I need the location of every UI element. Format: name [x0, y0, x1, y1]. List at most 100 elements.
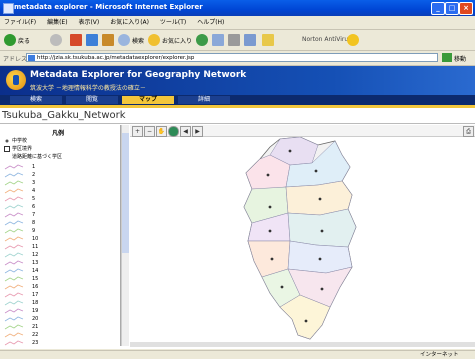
tab-underline — [0, 105, 475, 108]
legend-numbered-row: 4 — [4, 187, 114, 195]
next-icon[interactable]: ▶ — [192, 126, 203, 137]
route-line-icon — [4, 340, 24, 346]
legend-numbered-row: 7 — [4, 211, 114, 219]
route-line-icon — [4, 244, 24, 250]
legend-number: 2 — [32, 172, 36, 178]
zoom-out-icon[interactable]: − — [144, 126, 155, 137]
legend-number: 6 — [32, 204, 36, 210]
page-icon — [28, 55, 35, 61]
maximize-button[interactable]: □ — [445, 2, 459, 15]
legend-numbered-row: 10 — [4, 235, 114, 243]
zoom-in-icon[interactable]: + — [132, 126, 143, 137]
title-bar: metadata explorer - Microsoft Internet E… — [0, 0, 475, 16]
globe-icon[interactable] — [168, 126, 179, 137]
scrollbar-thumb[interactable] — [122, 133, 129, 253]
map-canvas[interactable] — [130, 137, 475, 341]
antivirus-label[interactable]: Norton AntiVirus — [302, 36, 351, 43]
boundary-box-icon — [4, 146, 10, 152]
legend-numbered-row: 18 — [4, 299, 114, 307]
legend-school: 中学校 — [4, 137, 114, 145]
site-subtitle: 筑波大学 －地理情報科学の教授法の確立－ — [30, 85, 146, 92]
route-line-icon — [4, 204, 24, 210]
legend-numbered-row: 6 — [4, 203, 114, 211]
edit-icon[interactable] — [244, 34, 256, 46]
pan-icon[interactable]: ✋ — [156, 126, 167, 137]
legend-number: 15 — [32, 276, 39, 282]
legend-label: 中学校 — [12, 138, 28, 144]
legend-numbered-row: 23 — [4, 339, 114, 347]
menu-view[interactable]: 表示(V) — [78, 17, 99, 29]
school-marker-icon — [5, 139, 9, 143]
route-line-icon — [4, 308, 24, 314]
search-label[interactable]: 検索 — [132, 36, 144, 45]
minimize-button[interactable]: _ — [431, 2, 445, 15]
print-icon[interactable] — [228, 34, 240, 46]
legend-number: 21 — [32, 324, 39, 330]
menu-favorites[interactable]: お気に入り(A) — [110, 17, 149, 29]
back-icon[interactable] — [4, 34, 16, 46]
route-line-icon — [4, 220, 24, 226]
legend-number: 5 — [32, 196, 36, 202]
print-map-icon[interactable]: ⎙ — [463, 126, 474, 137]
tab-search[interactable]: 検索 — [10, 96, 62, 104]
mail-icon[interactable] — [212, 34, 224, 46]
legend-number: 18 — [32, 300, 39, 306]
legend-number: 16 — [32, 284, 39, 290]
go-icon[interactable] — [442, 53, 452, 62]
close-button[interactable]: × — [459, 2, 473, 15]
legend-number: 12 — [32, 252, 39, 258]
route-line-icon — [4, 180, 24, 186]
history-icon[interactable] — [196, 34, 208, 46]
norton-icon[interactable] — [347, 34, 359, 46]
menu-edit[interactable]: 編集(E) — [47, 17, 67, 29]
search-icon[interactable] — [118, 34, 130, 46]
route-line-icon — [4, 228, 24, 234]
address-url[interactable]: http://jzia.sk.tsukuba.ac.jp/metadataexp… — [37, 55, 194, 61]
tab-browse[interactable]: 閲覧 — [66, 96, 118, 104]
home-icon[interactable] — [102, 34, 114, 46]
go-button[interactable]: 移動 — [454, 54, 466, 63]
map-scrollbar[interactable] — [130, 342, 475, 347]
address-input[interactable]: http://jzia.sk.tsukuba.ac.jp/metadataexp… — [26, 53, 438, 62]
back-label[interactable]: 戻る — [18, 36, 30, 45]
route-line-icon — [4, 300, 24, 306]
browser-window: metadata explorer - Microsoft Internet E… — [0, 0, 475, 359]
legend-scrollbar[interactable] — [121, 125, 129, 346]
legend-numbered-row: 21 — [4, 323, 114, 331]
legend-numbered-row: 14 — [4, 267, 114, 275]
site-title: Metadata Explorer for Geography Network — [30, 70, 247, 80]
toolbar: 戻る 検索 お気に入り Norton AntiVirus — [0, 30, 475, 51]
favorites-label[interactable]: お気に入り — [162, 36, 192, 45]
stop-icon[interactable] — [70, 34, 82, 46]
legend-number: 7 — [32, 212, 36, 218]
legend-numbered-row: 12 — [4, 251, 114, 259]
route-line-icon — [4, 212, 24, 218]
route-line-icon — [4, 332, 24, 338]
menu-file[interactable]: ファイル(F) — [4, 17, 36, 29]
legend-number: 14 — [32, 268, 39, 274]
menu-help[interactable]: ヘルプ(H) — [197, 17, 224, 29]
legend-numbered-row: 19 — [4, 307, 114, 315]
tab-bar: 検索 閲覧 マップ 詳細 — [0, 95, 475, 105]
legend-numbered-row: 5 — [4, 195, 114, 203]
legend-number: 10 — [32, 236, 39, 242]
tab-map[interactable]: マップ — [122, 96, 174, 104]
legend-numbered-row: 3 — [4, 179, 114, 187]
previous-icon[interactable]: ◀ — [180, 126, 191, 137]
folder-icon[interactable] — [262, 34, 274, 46]
menu-bar: ファイル(F) 編集(E) 表示(V) お気に入り(A) ツール(T) ヘルプ(… — [0, 17, 475, 30]
forward-icon[interactable] — [50, 34, 62, 46]
refresh-icon[interactable] — [86, 34, 98, 46]
site-banner: Metadata Explorer for Geography Network … — [0, 66, 475, 95]
menu-tools[interactable]: ツール(T) — [160, 17, 186, 29]
route-line-icon — [4, 292, 24, 298]
legend-numbered-row: 2 — [4, 171, 114, 179]
tab-detail[interactable]: 詳細 — [178, 96, 230, 104]
favorites-icon[interactable] — [148, 34, 160, 46]
map-toolbar: + − ✋ ◀ ▶ ⎙ — [130, 125, 475, 137]
route-line-icon — [4, 324, 24, 330]
legend-number: 9 — [32, 228, 36, 234]
route-line-icon — [4, 188, 24, 194]
divider — [0, 123, 475, 124]
route-line-icon — [4, 284, 24, 290]
